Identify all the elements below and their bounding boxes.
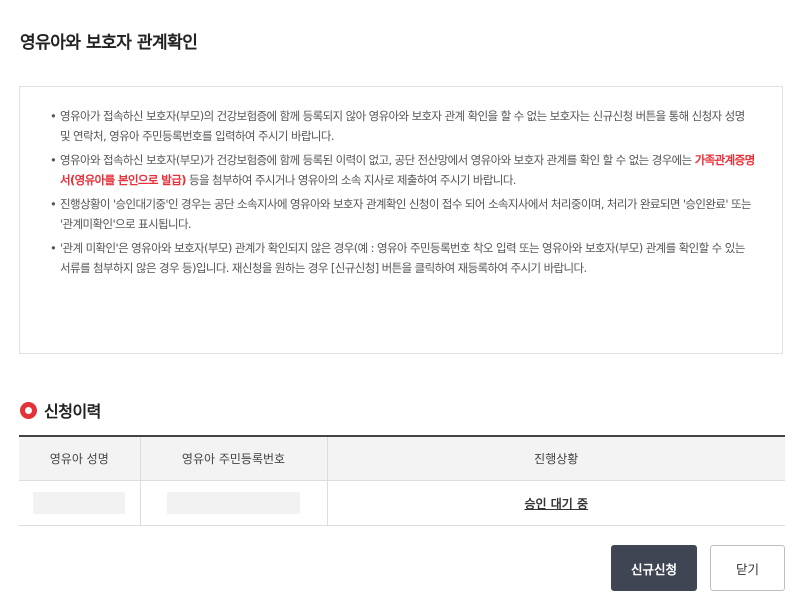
- close-button[interactable]: 닫기: [710, 545, 785, 591]
- cell-rrn: [139, 480, 327, 526]
- notice-box: 영유아가 접속하신 보호자(부모)의 건강보험증에 함께 등록되지 않아 영유아…: [19, 86, 783, 354]
- masked-rrn: [167, 492, 300, 514]
- column-header-name: 영유아 성명: [19, 435, 140, 481]
- history-section-title: 신청이력: [44, 402, 101, 421]
- notice-text: 영유아와 접속하신 보호자(부모)가 건강보험증에 함께 등록된 이력이 없고,…: [60, 153, 695, 167]
- history-section-header: 신청이력: [20, 398, 101, 422]
- table-row: 승인 대기 중: [19, 480, 785, 526]
- notice-item: 진행상황이 '승인대기중'인 경우는 공단 소속지사에 영유아와 보호자 관계확…: [50, 194, 756, 234]
- notice-item: '관계 미확인'은 영유아와 보호자(부모) 관계가 확인되지 않은 경우(예 …: [50, 238, 756, 278]
- page-title: 영유아와 보호자 관계확인: [20, 33, 198, 53]
- history-table: 영유아 성명 영유아 주민등록번호 진행상황 승인 대기 중: [19, 435, 785, 526]
- record-icon: [20, 401, 37, 419]
- status-link[interactable]: 승인 대기 중: [524, 497, 588, 511]
- notice-text: 등을 첨부하여 주시거나 영유아의 소속 지사로 제출하여 주시기 바랍니다.: [185, 173, 517, 187]
- notice-list: 영유아가 접속하신 보호자(부모)의 건강보험증에 함께 등록되지 않아 영유아…: [50, 106, 756, 278]
- notice-item: 영유아가 접속하신 보호자(부모)의 건강보험증에 함께 등록되지 않아 영유아…: [50, 106, 756, 146]
- table-header-row: 영유아 성명 영유아 주민등록번호 진행상황: [19, 435, 785, 481]
- cell-name: [19, 480, 140, 526]
- cell-status: 승인 대기 중: [326, 480, 785, 526]
- notice-item: 영유아와 접속하신 보호자(부모)가 건강보험증에 함께 등록된 이력이 없고,…: [50, 150, 756, 190]
- column-header-rrn: 영유아 주민등록번호: [139, 435, 327, 481]
- masked-name: [33, 492, 126, 514]
- new-application-button[interactable]: 신규신청: [611, 545, 697, 591]
- column-header-status: 진행상황: [326, 435, 785, 481]
